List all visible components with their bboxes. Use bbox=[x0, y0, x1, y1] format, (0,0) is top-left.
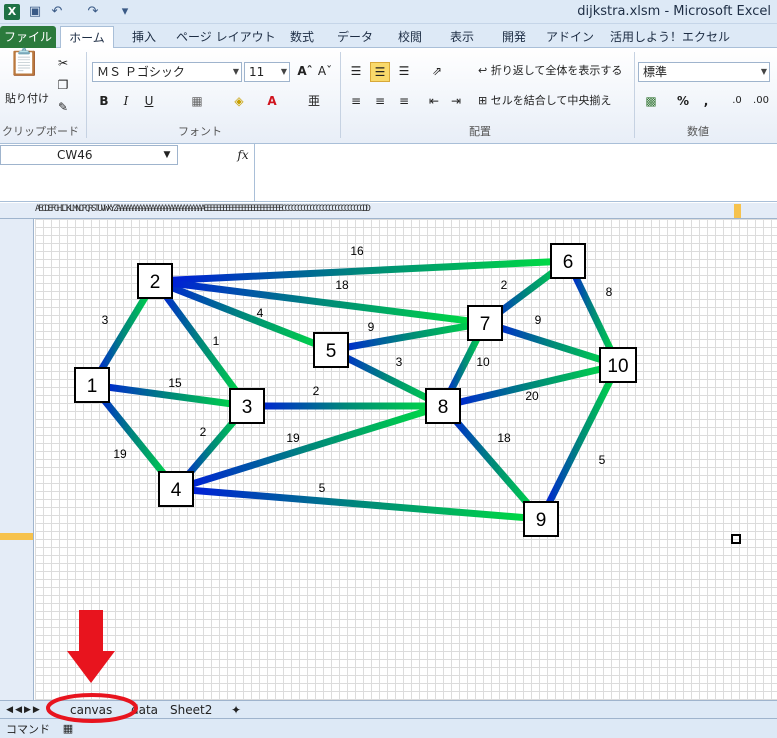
red-arrow-annotation bbox=[67, 610, 115, 683]
annotation-overlay bbox=[46, 610, 138, 723]
red-circle-annotation bbox=[46, 693, 138, 723]
